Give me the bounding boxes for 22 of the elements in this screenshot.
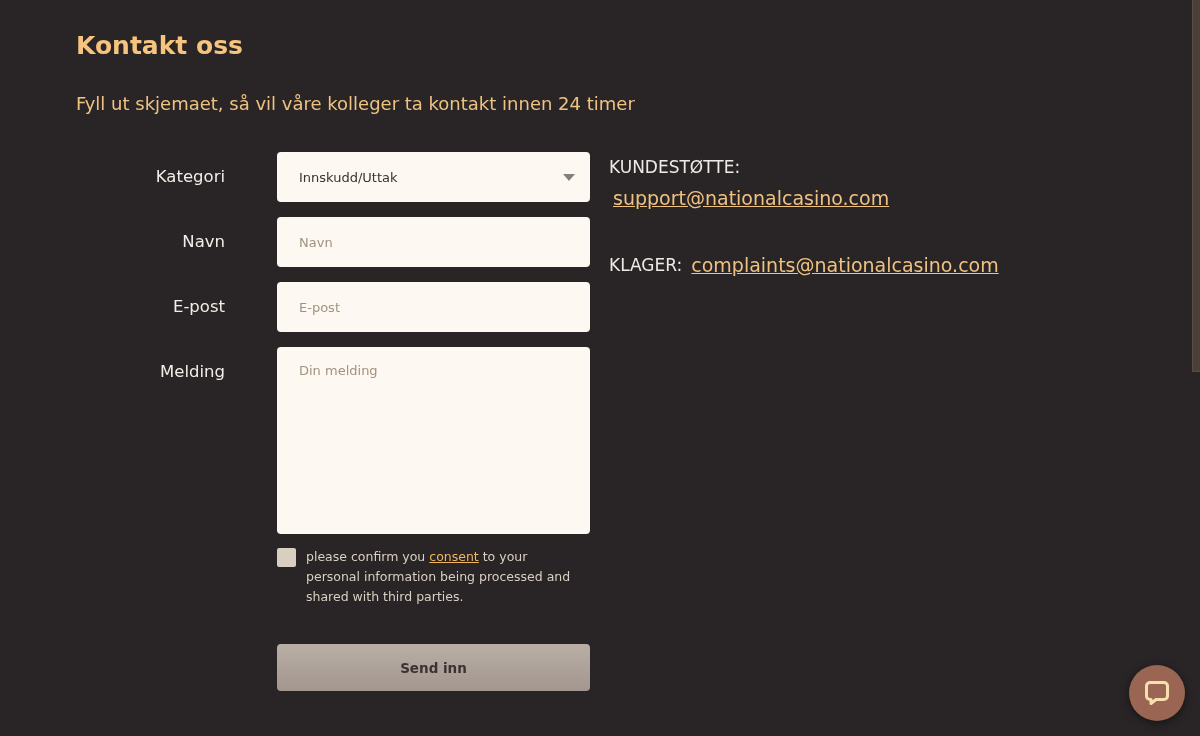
page-subtitle: Fyll ut skjemaet, så vil våre kolleger ta kontakt innen 24 timer bbox=[76, 92, 635, 116]
chat-button[interactable] bbox=[1129, 665, 1185, 721]
consent-checkbox[interactable] bbox=[277, 548, 296, 567]
field-label: E-post bbox=[173, 296, 225, 318]
email-link[interactable]: complaints@nationalcasino.com bbox=[691, 250, 999, 280]
text-input[interactable]: Navn bbox=[277, 217, 590, 267]
contact-label: KUNDESTØTTE: bbox=[609, 156, 741, 179]
field-label: Navn bbox=[182, 231, 225, 253]
speech-bubble-icon bbox=[1144, 680, 1170, 706]
consent-link[interactable]: consent bbox=[429, 549, 479, 564]
field-label: Kategori bbox=[155, 166, 225, 188]
email-link[interactable]: support@nationalcasino.com bbox=[613, 182, 890, 214]
message-textarea[interactable]: Din melding bbox=[277, 347, 590, 534]
scrollbar-thumb[interactable] bbox=[1192, 0, 1200, 372]
field-label: Melding bbox=[160, 361, 225, 383]
consent-text: please confirm you consent to your personal information being processed and shared with third parties. bbox=[306, 548, 572, 606]
page-title: Kontakt oss bbox=[76, 30, 243, 62]
contact-label: KLAGER: bbox=[609, 254, 683, 277]
submit-button[interactable]: Send inn bbox=[277, 644, 590, 691]
category-select[interactable]: Innskudd/Uttak bbox=[277, 152, 590, 202]
text-input[interactable]: E-post bbox=[277, 282, 590, 332]
caret-icon bbox=[563, 173, 575, 181]
